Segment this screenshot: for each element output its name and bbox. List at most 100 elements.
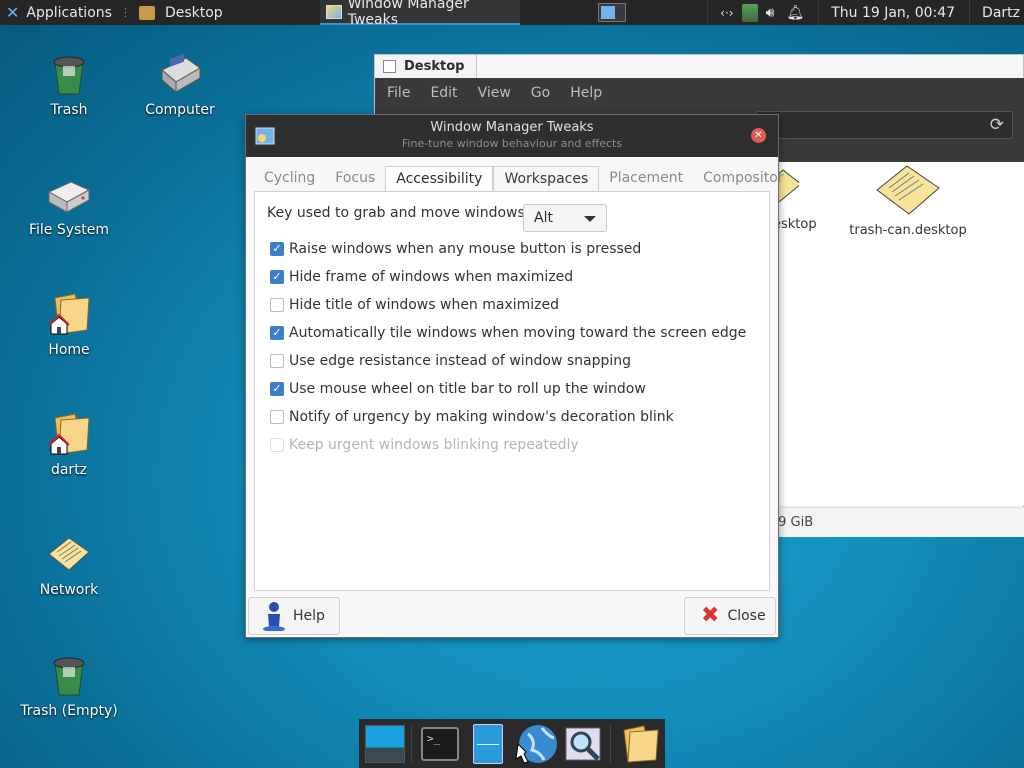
tab-focus[interactable]: Focus	[325, 166, 385, 192]
taskbar-window-manager-tweaks[interactable]: Window Manager Tweaks	[320, 0, 520, 28]
network-icon[interactable]: ‹·›	[720, 6, 733, 20]
show-desktop-button[interactable]	[363, 722, 407, 766]
option-hide-frame-maximized[interactable]: ✓ Hide frame of windows when maximized	[270, 266, 573, 288]
panel-separator	[818, 0, 820, 25]
file-manager-button[interactable]	[466, 722, 510, 766]
volume-icon[interactable]: 🔊︎	[766, 5, 775, 21]
desktop-icon-trash-empty[interactable]: Trash (Empty)	[14, 651, 124, 719]
desktop-icon-file-system[interactable]: File System	[14, 170, 124, 238]
menu-file[interactable]: File	[387, 85, 410, 101]
web-browser-icon	[515, 724, 557, 764]
trash-icon	[45, 651, 93, 699]
close-button[interactable]: ✖ Close	[684, 597, 776, 635]
search-icon	[565, 727, 601, 761]
file-manager-icon	[473, 723, 503, 764]
option-hide-title-maximized[interactable]: Hide title of windows when maximized	[270, 294, 559, 316]
option-label: Hide title of windows when maximized	[289, 297, 560, 313]
file-manager-tab-title: Desktop	[404, 59, 465, 74]
desktop-icon-label: Trash	[50, 102, 88, 118]
checkbox[interactable]: ✓	[270, 382, 284, 396]
file-item[interactable]: trash-can.desktop	[843, 162, 973, 238]
network-manager-icon[interactable]	[741, 3, 758, 22]
network-file-icon	[45, 530, 93, 578]
file-item[interactable]: esktop	[773, 217, 833, 232]
folder-icon	[623, 724, 659, 763]
clock[interactable]: Thu 19 Jan, 00:47	[831, 5, 955, 21]
grab-key-select[interactable]: Alt	[523, 204, 607, 232]
checkbox[interactable]	[270, 438, 284, 452]
show-desktop-icon	[365, 724, 405, 763]
refresh-icon[interactable]: ⟳	[990, 115, 1004, 135]
home-folder-icon	[45, 410, 93, 458]
window-manager-tweaks-icon	[326, 4, 342, 19]
desktop-icon-label: dartz	[50, 462, 88, 478]
close-label: Close	[727, 608, 766, 624]
tab-placement[interactable]: Placement	[599, 166, 693, 192]
dock-separator	[610, 724, 611, 763]
menu-help[interactable]: Help	[570, 85, 602, 101]
tab-accessibility[interactable]: Accessibility	[385, 166, 494, 192]
window-manager-tweaks-dialog: Window Manager Tweaks Fine-tune window b…	[245, 114, 784, 638]
menu-edit[interactable]: Edit	[430, 85, 457, 101]
tab-cycling[interactable]: Cycling	[254, 166, 325, 192]
option-raise-on-click[interactable]: ✓ Raise windows when any mouse button is…	[270, 238, 641, 260]
applications-menu[interactable]: ✕ Applications	[0, 0, 118, 25]
option-label: Use edge resistance instead of window sn…	[289, 353, 632, 369]
checkbox[interactable]: ✓	[270, 270, 284, 284]
location-bar[interactable]: ⟳	[755, 111, 1013, 139]
checkbox[interactable]: ✓	[270, 242, 284, 256]
tab-workspaces[interactable]: Workspaces	[493, 166, 600, 192]
grab-key-value: Alt	[534, 210, 553, 226]
home-folder-icon	[45, 290, 93, 338]
option-auto-tile[interactable]: ✓ Automatically tile windows when moving…	[270, 322, 746, 344]
desktop-icon-dartz[interactable]: dartz	[14, 410, 124, 478]
file-manager-tab[interactable]: Desktop	[375, 55, 477, 78]
desktop-icon-trash[interactable]: Trash	[14, 50, 124, 118]
dock: >_	[359, 719, 665, 768]
file-label: trash-can.desktop	[849, 223, 967, 238]
panel-separator	[969, 0, 971, 25]
dialog-title: Window Manager Tweaks	[430, 120, 594, 135]
menu-go[interactable]: Go	[531, 85, 550, 101]
user-menu[interactable]: Dartz	[982, 5, 1020, 21]
desktop-icon-label: Trash (Empty)	[20, 703, 118, 719]
option-urgency-blink[interactable]: Notify of urgency by making window's dec…	[270, 406, 674, 428]
panel-separator	[707, 0, 709, 25]
search-button[interactable]	[562, 722, 606, 766]
tab-compositor[interactable]: Compositor	[693, 166, 793, 192]
option-urgent-repeat[interactable]: Keep urgent windows blinking repeatedly	[270, 434, 579, 456]
terminal-icon: >_	[421, 726, 459, 761]
desktop-icon-computer[interactable]: Computer	[125, 50, 235, 118]
free-space-text: .9 GiB	[774, 515, 814, 530]
option-edge-resistance[interactable]: Use edge resistance instead of window sn…	[270, 350, 631, 372]
tab-bar: Cycling Focus Accessibility Workspaces P…	[254, 166, 794, 192]
web-browser-button[interactable]	[514, 722, 558, 766]
folder-button[interactable]	[617, 722, 661, 766]
option-label: Notify of urgency by making window's dec…	[289, 409, 674, 425]
desktop-icon-label: Computer	[145, 102, 215, 118]
option-label: Raise windows when any mouse button is p…	[289, 241, 642, 257]
checkbox[interactable]: ✓	[270, 326, 284, 340]
desktop-icon-network[interactable]: Network	[14, 530, 124, 598]
help-button[interactable]: Help	[248, 597, 340, 635]
menu-view[interactable]: View	[478, 85, 511, 101]
close-icon[interactable]: ✕	[751, 128, 766, 143]
chevron-down-icon	[584, 216, 596, 222]
workspace-switcher[interactable]	[598, 3, 626, 22]
computer-icon	[156, 50, 204, 98]
drive-icon	[45, 170, 93, 218]
checkbox[interactable]	[270, 354, 284, 368]
desktop-icon-home[interactable]: Home	[14, 290, 124, 358]
checkbox[interactable]	[270, 410, 284, 424]
terminal-button[interactable]: >_	[418, 722, 462, 766]
dialog-titlebar[interactable]: Window Manager Tweaks Fine-tune window b…	[246, 115, 778, 157]
option-wheel-rollup[interactable]: ✓ Use mouse wheel on title bar to roll u…	[270, 378, 646, 400]
notification-bell-icon[interactable]: 🔔︎	[786, 5, 804, 21]
taskbar-label: Window Manager Tweaks	[347, 0, 469, 28]
show-desktop-icon	[138, 5, 155, 20]
accessibility-panel: Key used to grab and move windows: Alt ✓…	[254, 191, 770, 591]
help-label: Help	[293, 608, 325, 624]
grab-key-label: Key used to grab and move windows:	[267, 205, 530, 221]
desktop-button[interactable]: Desktop	[133, 0, 229, 25]
checkbox[interactable]	[270, 298, 284, 312]
